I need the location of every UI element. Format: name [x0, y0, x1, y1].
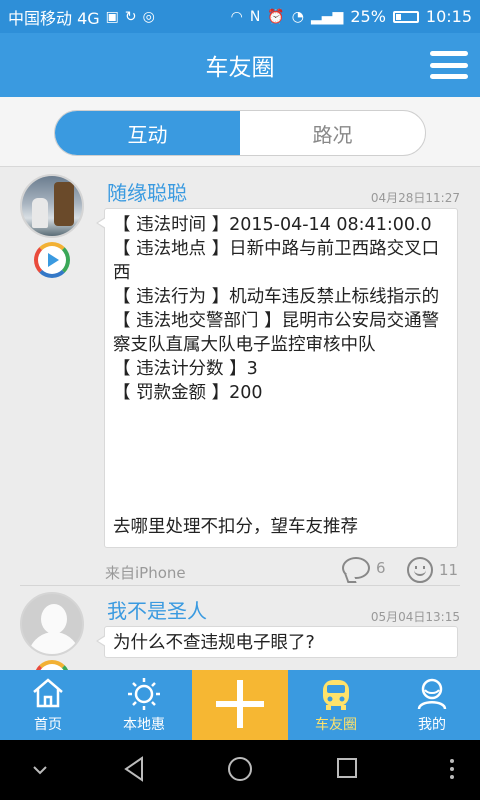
system-nav-bar [0, 740, 480, 800]
more-vert-icon[interactable] [448, 758, 456, 780]
back-icon[interactable] [122, 756, 146, 782]
tab-car-circle-label: 车友圈 [315, 717, 357, 733]
post-item[interactable]: 我不是圣人 05月04日13:15 为什么不查违规电子眼了? [0, 587, 480, 670]
post-new-button[interactable] [192, 670, 288, 740]
clock-label: 10:15 [425, 7, 472, 26]
post-item[interactable]: 随缘聪聪 04月28日11:27 【 违法时间 】2015-04-14 08:4… [0, 167, 480, 583]
recent-apps-icon[interactable] [336, 757, 358, 779]
menu-icon[interactable] [430, 51, 468, 79]
page-title: 车友圈 [205, 55, 275, 81]
post-time: 04月28日11:27 [370, 191, 460, 205]
segmented-control: 互动 路况 [54, 110, 426, 156]
status-bar: 中国移动 4G ▣ ↻ ◎ ◠ N ⏰ ◔ ▂▄▆ 25% 10:15 [0, 0, 480, 33]
feed-list[interactable]: 随缘聪聪 04月28日11:27 【 违法时间 】2015-04-14 08:4… [0, 167, 480, 670]
image-icon: ▣ [105, 8, 119, 25]
segment-bar: 互动 路况 [0, 97, 480, 167]
like-count-label: 11 [439, 561, 459, 579]
smile-icon [407, 557, 433, 583]
tab-home[interactable]: 首页 [0, 670, 96, 740]
post-line: 【 违法时间 】2015-04-14 08:41:00.0 [113, 215, 432, 235]
post-time: 05月04日13:15 [370, 610, 460, 624]
tab-mine[interactable]: 我的 [384, 670, 480, 740]
status-left: 中国移动 4G ▣ ↻ ◎ [8, 5, 231, 29]
post-line: 【 违法行为 】机动车违反禁止标线指示的 [113, 287, 440, 307]
headset-icon: ◎ [142, 8, 155, 25]
tab-car-circle[interactable]: 车友圈 [288, 670, 384, 740]
avatar[interactable] [20, 174, 84, 238]
comment-count[interactable]: 6 [342, 557, 386, 579]
wifi-icon: ◔ [291, 8, 305, 25]
comment-icon [342, 557, 370, 579]
app-bar: 车友圈 [0, 33, 480, 97]
post-line: 【 违法计分数 】3 [113, 359, 258, 379]
home-circle-icon[interactable] [227, 756, 253, 782]
post-author[interactable]: 我不是圣人 [107, 595, 207, 624]
home-icon [33, 678, 63, 708]
comment-count-label: 6 [376, 559, 386, 577]
tab-home-label: 首页 [34, 717, 62, 733]
post-line: 【 罚款金额 】200 [113, 383, 263, 403]
avatar[interactable] [20, 592, 84, 656]
battery-label: 25% [350, 7, 386, 26]
tab-local-deals-label: 本地惠 [123, 717, 165, 733]
post-author[interactable]: 随缘聪聪 [107, 177, 187, 206]
carrier-label: 中国移动 4G [8, 8, 100, 28]
headphones-icon: ◠ [230, 8, 243, 25]
post-source: 来自iPhone [105, 564, 186, 582]
chevron-down-icon[interactable] [32, 764, 48, 776]
post-line: 为什么不查违规电子眼了? [113, 633, 315, 653]
sun-icon [128, 678, 160, 710]
plus-icon [216, 680, 264, 728]
post-content[interactable]: 为什么不查违规电子眼了? [96, 626, 458, 658]
post-line: 【 违法地点 】日新中路与前卫西路交叉口西 [113, 239, 440, 283]
post-question: 去哪里处理不扣分，望车友推荐 [113, 517, 358, 537]
signal-icon: ▂▄▆ [311, 8, 344, 25]
bottom-tab-bar: 首页 本地惠 车友圈 我的 [0, 670, 480, 740]
video-play-icon[interactable] [34, 660, 70, 670]
tab-interaction[interactable]: 互动 [55, 111, 240, 155]
status-right: ◠ N ⏰ ◔ ▂▄▆ 25% 10:15 [231, 7, 472, 26]
post-line: 【 违法地交警部门 】昆明市公安局交通警察支队直属大队电子监控审核中队 [113, 311, 440, 355]
tab-mine-label: 我的 [418, 717, 446, 733]
alarm-icon: ⏰ [267, 8, 285, 25]
sync-icon: ↻ [124, 8, 137, 25]
tab-road-conditions[interactable]: 路况 [240, 111, 425, 155]
like-count[interactable]: 11 [407, 557, 458, 583]
car-icon [323, 680, 349, 710]
post-content[interactable]: 【 违法时间 】2015-04-14 08:41:00.0 【 违法地点 】日新… [96, 208, 458, 548]
video-play-icon[interactable] [34, 242, 70, 278]
tab-local-deals[interactable]: 本地惠 [96, 670, 192, 740]
battery-icon [392, 10, 419, 23]
person-icon [417, 678, 447, 710]
post-divider [20, 585, 460, 586]
nfc-icon: N [249, 8, 261, 25]
